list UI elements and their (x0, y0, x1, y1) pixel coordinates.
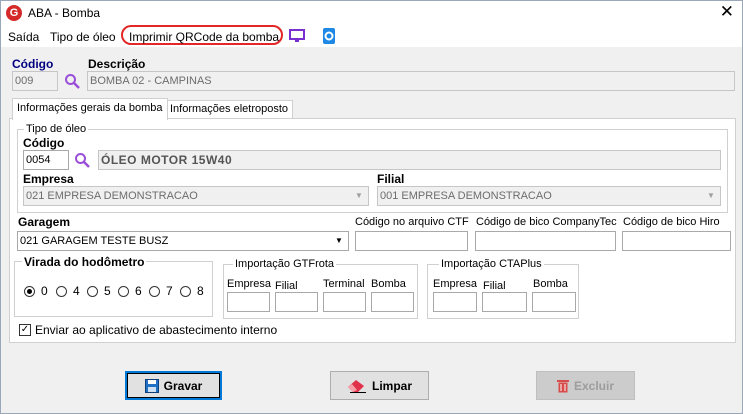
tab-informacoes-eletroposto[interactable]: Informações eletroposto (165, 100, 294, 119)
hodometro-legend: Virada do hodômetro (22, 255, 147, 269)
gtfrota-terminal-input[interactable] (323, 292, 366, 312)
phone-app-icon[interactable] (321, 28, 337, 44)
menu-tipo-de-oleo[interactable]: Tipo de óleo (50, 30, 116, 44)
close-icon[interactable]: ✕ (720, 2, 734, 22)
filial-value: 001 EMPRESA DEMONSTRACAO (380, 190, 552, 202)
window: G ABA - Bomba ✕ Saída Tipo de óleo Impri… (0, 0, 743, 414)
gtfrota-terminal-label: Terminal (323, 278, 365, 290)
radio-hodometro-4[interactable] (56, 286, 67, 297)
menu-bar: Saída Tipo de óleo Imprimir QRCode da bo… (1, 25, 742, 47)
gtfrota-empresa-label: Empresa (227, 278, 272, 290)
tipo-oleo-descricao-input[interactable]: ÓLEO MOTOR 15W40 (98, 150, 721, 170)
radio-hodometro-6-label: 6 (135, 284, 142, 298)
search-icon[interactable] (74, 152, 90, 168)
gtfrota-filial-input[interactable] (275, 292, 318, 312)
radio-hodometro-0-label: 0 (41, 284, 48, 298)
limpar-button[interactable]: Limpar (330, 371, 429, 400)
companytec-label: Código de bico CompanyTec (476, 216, 617, 228)
tab-informacoes-gerais[interactable]: Informações gerais da bomba (12, 98, 168, 120)
tipo-oleo-legend: Tipo de óleo (24, 123, 89, 135)
radio-hodometro-7[interactable] (149, 286, 160, 297)
radio-hodometro-5[interactable] (87, 286, 98, 297)
title-bar: G ABA - Bomba ✕ (1, 1, 742, 25)
empresa-label: Empresa (23, 172, 74, 186)
tab-panel: Tipo de óleo Código 0054 ÓLEO MOTOR 15W4… (9, 118, 736, 343)
empresa-value: 021 EMPRESA DEMONSTRACAO (26, 190, 198, 202)
hiro-input[interactable] (622, 231, 731, 251)
tipo-oleo-codigo-input[interactable]: 0054 (23, 150, 69, 170)
companytec-input[interactable] (475, 231, 616, 251)
filial-label: Filial (377, 172, 405, 186)
monitor-icon[interactable] (289, 29, 305, 43)
descricao-input[interactable]: BOMBA 02 - CAMPINAS (87, 71, 735, 91)
descricao-label: Descrição (88, 57, 146, 71)
filial-select[interactable]: 001 EMPRESA DEMONSTRACAO ▼ (377, 186, 721, 206)
radio-hodometro-4-label: 4 (73, 284, 80, 298)
gravar-button-label: Gravar (163, 378, 203, 393)
tipo-oleo-codigo-label: Código (23, 136, 65, 150)
gravar-button[interactable]: Gravar (125, 371, 222, 400)
garagem-value: 021 GARAGEM TESTE BUSZ (20, 235, 169, 247)
gtfrota-bomba-input[interactable] (371, 292, 414, 312)
codigo-input[interactable]: 009 (12, 71, 58, 91)
floppy-disk-icon (144, 378, 159, 393)
menu-saida[interactable]: Saída (8, 30, 39, 44)
search-icon[interactable] (64, 73, 80, 89)
chevron-down-icon[interactable]: ▼ (703, 188, 719, 204)
hiro-label: Código de bico Hiro (623, 216, 720, 228)
chevron-down-icon[interactable]: ▼ (351, 188, 367, 204)
excluir-button-label: Excluir (573, 378, 615, 393)
ctaplus-bomba-label: Bomba (533, 278, 568, 290)
radio-hodometro-5-label: 5 (104, 284, 111, 298)
ctaplus-bomba-input[interactable] (532, 292, 576, 312)
enviar-label: Enviar ao aplicativo de abastecimento in… (35, 323, 278, 337)
excluir-button[interactable]: Excluir (536, 371, 635, 400)
chevron-down-icon[interactable]: ▼ (331, 233, 347, 249)
gtfrota-bomba-label: Bomba (371, 278, 406, 290)
radio-hodometro-0[interactable] (24, 286, 35, 297)
limpar-button-label: Limpar (371, 378, 412, 393)
garagem-select[interactable]: 021 GARAGEM TESTE BUSZ ▼ (17, 231, 349, 251)
window-title: ABA - Bomba (28, 6, 101, 20)
ctaplus-empresa-label: Empresa (433, 278, 478, 290)
radio-hodometro-7-label: 7 (166, 284, 173, 298)
ctaplus-filial-label: Filial (483, 280, 506, 292)
app-logo-icon: G (6, 5, 22, 21)
gtfrota-filial-label: Filial (275, 280, 298, 292)
radio-hodometro-6[interactable] (118, 286, 129, 297)
ctaplus-legend: Importação CTAPlus (439, 258, 544, 270)
gtfrota-empresa-input[interactable] (227, 292, 270, 312)
radio-hodometro-8-label: 8 (197, 284, 204, 298)
enviar-checkbox[interactable]: ✓ (19, 324, 31, 336)
menu-imprimir-qrcode[interactable]: Imprimir QRCode da bomba (129, 30, 279, 44)
codigo-label: Código (12, 57, 54, 71)
eraser-icon (347, 379, 366, 393)
radio-hodometro-8[interactable] (180, 286, 191, 297)
trash-icon (556, 379, 569, 392)
gtfrota-legend: Importação GTFrota (233, 258, 337, 270)
ctf-label: Código no arquivo CTF (355, 216, 469, 228)
ctaplus-filial-input[interactable] (482, 292, 527, 312)
garagem-label: Garagem (18, 215, 71, 229)
empresa-select[interactable]: 021 EMPRESA DEMONSTRACAO ▼ (23, 186, 369, 206)
ctaplus-empresa-input[interactable] (433, 292, 477, 312)
ctf-input[interactable] (355, 231, 468, 251)
